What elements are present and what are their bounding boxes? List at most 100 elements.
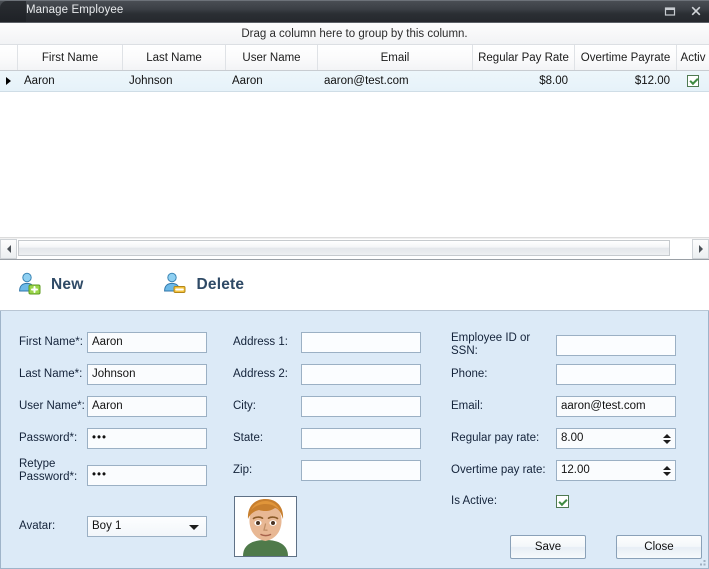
- column-header-active[interactable]: Activ: [677, 45, 709, 70]
- column-header-user-name[interactable]: User Name: [226, 45, 318, 70]
- delete-button-label: Delete: [196, 276, 244, 294]
- input-last-name[interactable]: Johnson: [87, 364, 207, 385]
- label-avatar: Avatar:: [19, 520, 87, 533]
- manage-employee-window: Manage Employee Drag a column here to gr…: [0, 0, 709, 569]
- employee-form-panel: First Name*: Aaron Last Name*: Johnson U…: [0, 311, 709, 569]
- spinner-overtime-pay-rate[interactable]: 12.00: [556, 460, 676, 481]
- field-regular-pay-rate: Regular pay rate: 8.00: [451, 428, 676, 449]
- delete-button[interactable]: Delete: [161, 270, 244, 301]
- save-button-label: Save: [535, 541, 561, 553]
- input-state[interactable]: [301, 428, 421, 449]
- titlebar-left-cap: [0, 1, 26, 23]
- input-overtime-pay-rate[interactable]: 12.00: [556, 460, 676, 481]
- user-add-icon: [16, 270, 42, 301]
- cell-user-name: Aaron: [226, 71, 318, 91]
- spinner-down-icon[interactable]: [663, 440, 671, 444]
- spinner-buttons-overtime[interactable]: [660, 462, 674, 479]
- label-is-active: Is Active:: [451, 495, 556, 508]
- new-button-label: New: [51, 276, 83, 294]
- cell-overtime-payrate: $12.00: [575, 71, 677, 91]
- input-email[interactable]: aaron@test.com: [556, 396, 676, 417]
- window-title: Manage Employee: [26, 4, 123, 16]
- input-user-name[interactable]: Aaron: [87, 396, 207, 417]
- field-avatar: Avatar: Boy 1: [19, 516, 207, 537]
- cell-regular-pay-rate: $8.00: [473, 71, 575, 91]
- avatar-select-value: Boy 1: [92, 520, 121, 532]
- input-zip[interactable]: [301, 460, 421, 481]
- resize-grip-icon[interactable]: [695, 555, 707, 567]
- column-header-first-name[interactable]: First Name: [18, 45, 123, 70]
- field-zip: Zip:: [233, 460, 421, 481]
- spinner-up-icon[interactable]: [663, 466, 671, 470]
- input-retype-password[interactable]: •••: [87, 465, 207, 486]
- field-password: Password*: •••: [19, 428, 207, 449]
- spinner-down-icon[interactable]: [663, 472, 671, 476]
- is-active-checkbox[interactable]: [556, 495, 569, 508]
- label-phone: Phone:: [451, 368, 556, 381]
- cell-last-name: Johnson: [123, 71, 226, 91]
- spinner-regular-pay-rate[interactable]: 8.00: [556, 428, 676, 449]
- scroll-track[interactable]: [17, 239, 692, 259]
- label-city: City:: [233, 400, 301, 413]
- field-state: State:: [233, 428, 421, 449]
- field-email: Email: aaron@test.com: [451, 396, 676, 417]
- close-button-label: Close: [644, 541, 673, 553]
- field-address-1: Address 1:: [233, 332, 421, 353]
- label-password: Password*:: [19, 432, 87, 445]
- label-last-name: Last Name*:: [19, 368, 87, 381]
- grid-column-headers: First Name Last Name User Name Email Reg…: [0, 45, 709, 71]
- input-city[interactable]: [301, 396, 421, 417]
- field-is-active: Is Active:: [451, 495, 569, 508]
- input-address-2[interactable]: [301, 364, 421, 385]
- restore-icon[interactable]: [663, 4, 677, 18]
- field-user-name: User Name*: Aaron: [19, 396, 207, 417]
- scroll-left-icon[interactable]: [0, 239, 17, 259]
- column-header-regular-pay-rate[interactable]: Regular Pay Rate: [473, 45, 575, 70]
- table-row[interactable]: Aaron Johnson Aaron aaron@test.com $8.00…: [0, 71, 709, 92]
- field-overtime-pay-rate: Overtime pay rate: 12.00: [451, 460, 676, 481]
- grid-rows: Aaron Johnson Aaron aaron@test.com $8.00…: [0, 71, 709, 237]
- label-address-1: Address 1:: [233, 336, 301, 349]
- label-address-2: Address 2:: [233, 368, 301, 381]
- input-address-1[interactable]: [301, 332, 421, 353]
- cell-first-name: Aaron: [18, 71, 123, 91]
- label-email: Email:: [451, 400, 556, 413]
- spinner-buttons-regular[interactable]: [660, 430, 674, 447]
- column-header-overtime-payrate[interactable]: Overtime Payrate: [575, 45, 677, 70]
- input-first-name[interactable]: Aaron: [87, 332, 207, 353]
- label-regular-pay-rate: Regular pay rate:: [451, 432, 556, 445]
- new-button[interactable]: New: [16, 270, 83, 301]
- scroll-thumb[interactable]: [18, 240, 670, 256]
- avatar-select[interactable]: Boy 1: [87, 516, 207, 537]
- input-phone[interactable]: [556, 364, 676, 385]
- label-retype-password: Retype Password*:: [19, 457, 87, 484]
- boy-avatar-image: [235, 497, 296, 556]
- input-regular-pay-rate[interactable]: 8.00: [556, 428, 676, 449]
- grid-horizontal-scrollbar[interactable]: [0, 237, 709, 259]
- input-password[interactable]: •••: [87, 428, 207, 449]
- scroll-right-icon[interactable]: [692, 239, 709, 259]
- group-by-panel[interactable]: Drag a column here to group by this colu…: [0, 23, 709, 45]
- cell-active-checkbox[interactable]: [677, 71, 709, 91]
- label-overtime-pay-rate: Overtime pay rate:: [451, 464, 556, 477]
- label-employee-id: Employee ID or SSN:: [451, 332, 556, 358]
- close-button[interactable]: Close: [616, 535, 702, 559]
- column-header-last-name[interactable]: Last Name: [123, 45, 226, 70]
- input-employee-id[interactable]: [556, 335, 676, 356]
- field-employee-id: Employee ID or SSN:: [451, 332, 676, 358]
- field-last-name: Last Name*: Johnson: [19, 364, 207, 385]
- checked-icon: [687, 75, 699, 87]
- field-phone: Phone:: [451, 364, 676, 385]
- row-pointer-icon: [0, 71, 18, 91]
- column-header-email[interactable]: Email: [318, 45, 473, 70]
- form-toolbar: New Delete: [0, 259, 709, 311]
- window-controls: [663, 4, 703, 18]
- spinner-up-icon[interactable]: [663, 434, 671, 438]
- label-state: State:: [233, 432, 301, 445]
- chevron-down-icon: [189, 525, 199, 530]
- group-by-hint: Drag a column here to group by this colu…: [241, 28, 467, 40]
- field-city: City:: [233, 396, 421, 417]
- label-first-name: First Name*:: [19, 336, 87, 349]
- close-icon[interactable]: [689, 4, 703, 18]
- save-button[interactable]: Save: [510, 535, 586, 559]
